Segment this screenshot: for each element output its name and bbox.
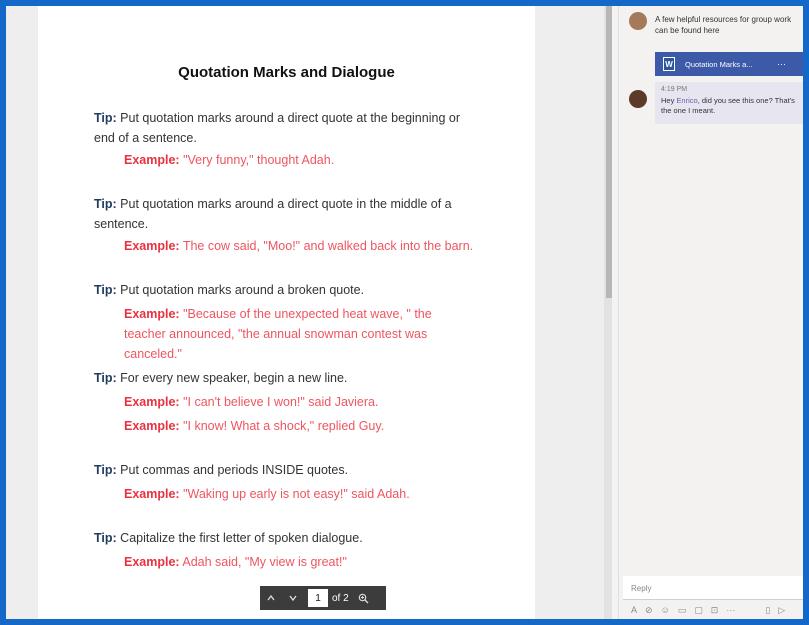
tip-3: Tip: Put quotation marks around a broken… [94, 283, 365, 297]
file-name: Quotation Marks a... [685, 59, 753, 69]
example-6: Example: Adah said, "My view is great!" [124, 555, 347, 569]
zoom-button[interactable] [352, 586, 374, 610]
page-number-input[interactable]: 1 [308, 589, 328, 607]
previous-page-button[interactable] [260, 586, 282, 610]
format-icon[interactable]: A [631, 605, 637, 615]
attach-icon[interactable]: ⊘ [645, 605, 653, 616]
message-text: Hey Enrico, did you see this one? That's… [661, 96, 795, 115]
chevron-up-icon [267, 594, 275, 601]
tip-6: Tip: Capitalize the first letter of spok… [94, 531, 363, 545]
document-page: Quotation Marks and Dialogue Tip: Put qu… [38, 6, 535, 619]
message-timestamp: 4:19 PM [661, 86, 688, 93]
zoom-icon [358, 593, 368, 603]
example-2: Example: The cow said, "Moo!" and walked… [124, 239, 474, 253]
tip-5: Tip: Put commas and periods INSIDE quote… [94, 463, 349, 477]
more-options-icon[interactable]: ··· [777, 59, 786, 69]
mention[interactable]: Enrico [676, 96, 697, 105]
chevron-down-icon [289, 595, 297, 602]
meet-icon[interactable]: ⊡ [711, 605, 719, 616]
next-page-button[interactable] [282, 586, 304, 610]
document-viewer: Quotation Marks and Dialogue Tip: Put qu… [6, 6, 612, 619]
delete-icon[interactable]: ▯ [765, 605, 770, 616]
example-4b: Example: "I know! What a shock," replied… [124, 419, 385, 433]
file-attachment[interactable]: W Quotation Marks a... ··· [655, 52, 803, 76]
chat-message-2: 4:19 PM Hey Enrico, did you see this one… [655, 82, 803, 124]
page-navigator: 1 of 2 [260, 586, 386, 610]
example-3: Example: "Because of the unexpected heat… [124, 307, 432, 361]
document-title: Quotation Marks and Dialogue [178, 64, 395, 81]
scrollbar-thumb[interactable] [606, 6, 612, 298]
tip-2: Tip: Put quotation marks around a direct… [94, 197, 452, 231]
example-4a: Example: "I can't believe I won!" said J… [124, 395, 379, 409]
send-icon[interactable]: ▷ [778, 605, 785, 616]
window-frame: Quotation Marks and Dialogue Tip: Put qu… [0, 0, 809, 625]
avatar [629, 90, 647, 108]
page-count: of 2 [332, 592, 349, 604]
chat-message-1: A few helpful resources for group work c… [655, 15, 792, 35]
avatar [629, 12, 647, 30]
chat-pane: A few helpful resources for group work c… [618, 6, 803, 619]
reply-input[interactable]: Reply [623, 576, 803, 600]
compose-toolbar: A ⊘ ☺ ▭ ▢ ⊡ ··· ▯ ▷ [623, 604, 803, 616]
more-icon[interactable]: ··· [726, 605, 735, 615]
example-5: Example: "Waking up early is not easy!" … [124, 487, 410, 501]
gif-icon[interactable]: ▭ [678, 605, 687, 616]
tip-1: Tip: Put quotation marks around a direct… [94, 111, 460, 145]
sticker-icon[interactable]: ▢ [694, 605, 703, 616]
word-icon: W [663, 57, 675, 71]
example-1: Example: "Very funny," thought Adah. [124, 153, 335, 167]
tip-4: Tip: For every new speaker, begin a new … [94, 371, 348, 385]
emoji-icon[interactable]: ☺ [661, 605, 670, 615]
